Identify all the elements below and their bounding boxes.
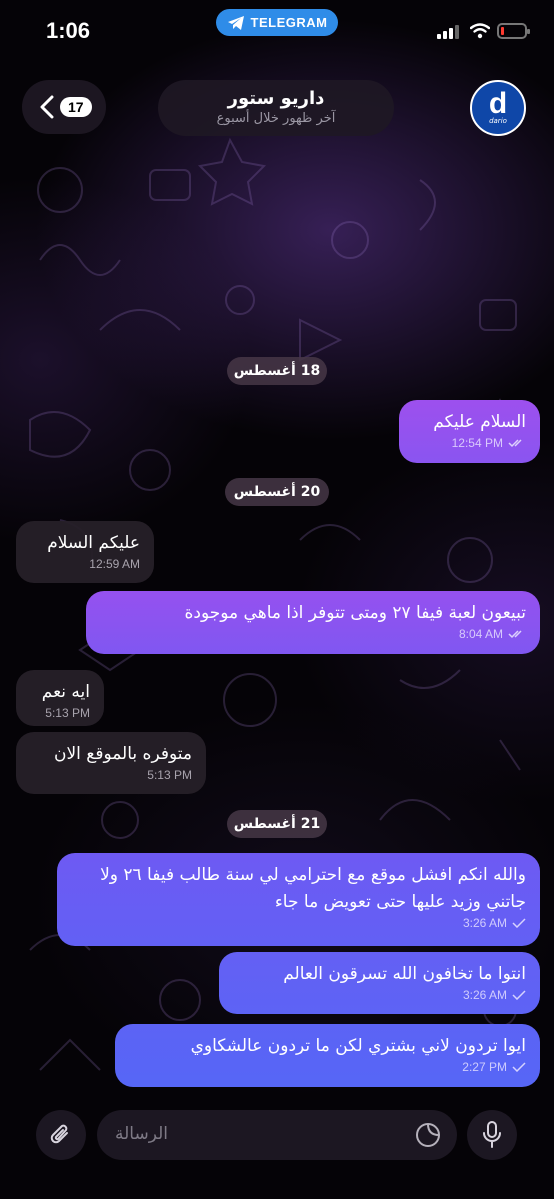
message-bubble-incoming[interactable]: ايه نعم 5:13 PM [16,670,104,726]
chat-title[interactable]: داريو ستور آخر ظهور خلال أسبوع [158,80,394,136]
message-text: السلام عليكم [433,412,526,432]
message-text: انتوا ما تخافون الله تسرقون العالم [283,964,526,984]
back-button[interactable]: 17 [22,80,106,134]
message-meta: 3:26 AM [71,916,526,930]
message-bubble-incoming[interactable]: عليكم السلام 12:59 AM [16,521,154,583]
avatar-word: dario [489,117,507,125]
message-time: 12:54 PM [451,436,503,450]
message-input-placeholder: الرسالة [115,1124,169,1144]
cellular-signal-icon [437,25,459,39]
message-time: 2:27 PM [462,1060,507,1074]
return-to-telegram-pill[interactable]: TELEGRAM [216,9,338,36]
double-check-icon [508,439,522,448]
message-time: 5:13 PM [45,706,90,720]
message-time: 3:26 AM [462,916,507,930]
message-text: والله انكم افشل موقع مع احترامي لي سنة ط… [100,865,526,912]
message-text: ايه نعم [41,682,90,702]
contact-avatar[interactable]: d dario [470,80,526,136]
telegram-pill-label: TELEGRAM [250,15,328,30]
microphone-icon [483,1121,501,1148]
message-meta: 5:13 PM [30,706,90,720]
status-bar: 1:06 TELEGRAM [0,0,554,64]
message-time: 3:26 AM [462,988,507,1002]
message-bubble-outgoing[interactable]: ايوا تردون لاني بشتري لكن ما تردون عالشك… [115,1024,540,1087]
message-input[interactable]: الرسالة [97,1110,457,1160]
message-bubble-outgoing[interactable]: تبيعون لعبة فيفا ٢٧ ومتى تتوفر اذا ماهي … [86,591,540,654]
message-meta: 3:26 AM [233,988,526,1002]
message-time: 12:59 AM [89,557,140,571]
battery-icon [497,23,530,39]
telegram-plane-icon [227,15,244,30]
message-bubble-outgoing[interactable]: انتوا ما تخافون الله تسرقون العالم 3:26 … [219,952,540,1014]
message-meta: 12:54 PM [413,436,526,450]
message-meta: 5:13 PM [30,768,192,782]
avatar-letter: d [488,87,508,120]
check-icon [512,1062,526,1072]
contact-name: داريو ستور [227,88,325,109]
double-check-icon [508,630,522,639]
message-bubble-outgoing[interactable]: السلام عليكم 12:54 PM [399,400,540,463]
date-separator: 18 أغسطس [227,357,327,385]
chevron-left-icon [40,95,54,119]
check-icon [512,990,526,1000]
date-separator: 20 أغسطس [225,478,329,506]
message-bubble-incoming[interactable]: متوفره بالموقع الان 5:13 PM [16,732,206,794]
message-text: تبيعون لعبة فيفا ٢٧ ومتى تتوفر اذا ماهي … [184,603,527,623]
message-text: عليكم السلام [47,533,140,553]
message-text: متوفره بالموقع الان [53,744,192,764]
clock: 1:06 [46,18,91,43]
message-time: 8:04 AM [458,627,503,641]
wifi-icon [470,23,490,39]
message-meta: 12:59 AM [30,557,140,571]
sticker-icon[interactable] [415,1122,441,1148]
attach-button[interactable] [36,1110,86,1160]
microphone-button[interactable] [467,1110,517,1160]
unread-count-badge: 17 [60,97,92,117]
date-separator: 21 أغسطس [227,810,327,838]
message-text: ايوا تردون لاني بشتري لكن ما تردون عالشك… [190,1036,526,1056]
last-seen-status: آخر ظهور خلال أسبوع [216,111,336,126]
message-time: 5:13 PM [147,768,192,782]
message-meta: 8:04 AM [100,627,526,641]
paperclip-icon [50,1124,68,1144]
message-bubble-outgoing[interactable]: والله انكم افشل موقع مع احترامي لي سنة ط… [57,853,540,946]
check-icon [512,918,526,928]
message-meta: 2:27 PM [129,1060,526,1074]
